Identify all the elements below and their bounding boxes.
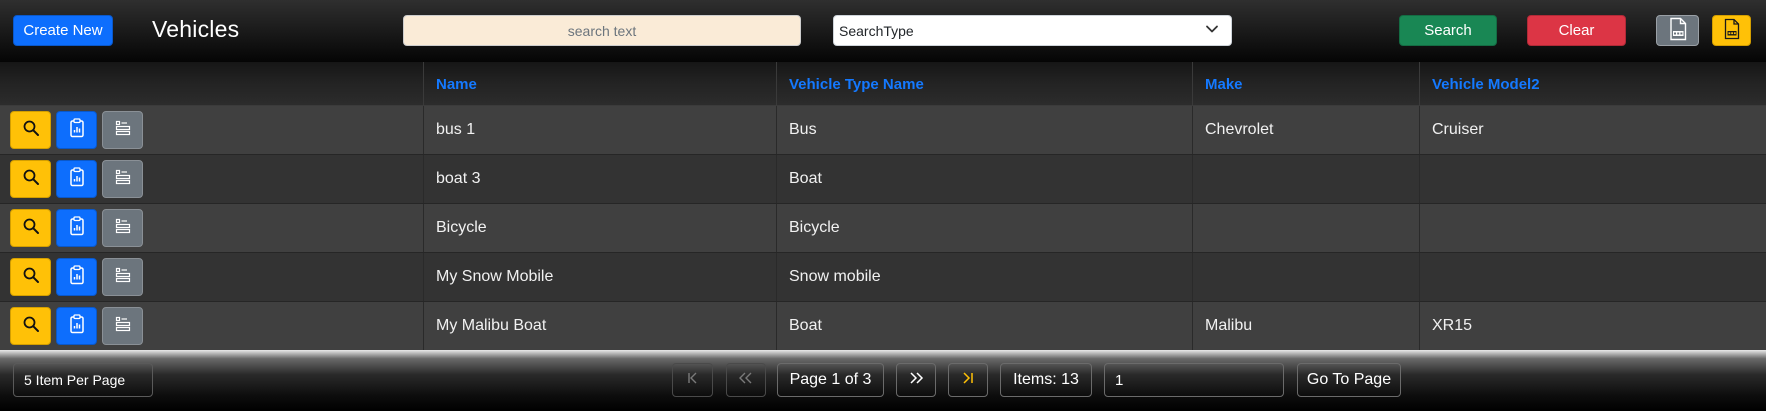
- search-button[interactable]: Search: [1399, 15, 1497, 46]
- clear-button[interactable]: Clear: [1527, 15, 1626, 46]
- csv-file-icon: [1668, 17, 1688, 45]
- pdf-file-icon: [1723, 18, 1741, 44]
- items-count: Items: 13: [1000, 363, 1092, 397]
- double-chevron-right-icon: [907, 371, 925, 390]
- cell-make: [1192, 155, 1419, 203]
- search-icon: [22, 168, 40, 191]
- cell-name: boat 3: [423, 155, 776, 203]
- view-button[interactable]: [10, 160, 51, 198]
- cell-make: [1192, 253, 1419, 301]
- search-input[interactable]: [403, 15, 801, 46]
- details-button[interactable]: [102, 160, 143, 198]
- view-button[interactable]: [10, 307, 51, 345]
- cell-vehicle-model2: Cruiser: [1419, 106, 1766, 154]
- details-button[interactable]: [102, 209, 143, 247]
- clipboard-icon: [69, 117, 85, 143]
- cell-name: My Snow Mobile: [423, 253, 776, 301]
- cell-vehicle-type-name: Boat: [776, 155, 1192, 203]
- search-icon: [22, 315, 40, 338]
- cell-name: bus 1: [423, 106, 776, 154]
- view-button[interactable]: [10, 111, 51, 149]
- previous-page-button[interactable]: [726, 363, 766, 397]
- details-list-icon: [114, 316, 132, 337]
- cell-name: My Malibu Boat: [423, 302, 776, 350]
- cell-vehicle-model2: [1419, 204, 1766, 252]
- toolbar: Create New Vehicles SearchType Search Cl…: [0, 0, 1766, 62]
- first-page-icon: [686, 371, 700, 390]
- edit-button[interactable]: [56, 307, 97, 345]
- column-header-name[interactable]: Name: [423, 62, 776, 106]
- details-list-icon: [114, 267, 132, 288]
- search-icon: [22, 217, 40, 240]
- page-title: Vehicles: [152, 16, 240, 42]
- clipboard-icon: [69, 313, 85, 339]
- app: Create New Vehicles SearchType Search Cl…: [0, 0, 1766, 411]
- edit-button[interactable]: [56, 111, 97, 149]
- create-new-button[interactable]: Create New: [13, 15, 113, 46]
- export-csv-button[interactable]: [1656, 15, 1699, 46]
- table-row: boat 3 Boat: [0, 155, 1766, 204]
- export-pdf-button[interactable]: [1712, 15, 1751, 46]
- last-page-icon: [961, 371, 975, 390]
- cell-make: Chevrolet: [1192, 106, 1419, 154]
- table-header: Name Vehicle Type Name Make Vehicle Mode…: [0, 62, 1766, 106]
- clipboard-icon: [69, 264, 85, 290]
- pagination-bar: 5 Item Per Page Page 1 of 3 Items: 13 1 …: [0, 350, 1766, 411]
- column-header-actions: [0, 62, 423, 106]
- cell-make: Malibu: [1192, 302, 1419, 350]
- cell-vehicle-type-name: Bicycle: [776, 204, 1192, 252]
- search-icon: [22, 119, 40, 142]
- table-row: My Malibu Boat Boat Malibu XR15: [0, 302, 1766, 351]
- cell-name: Bicycle: [423, 204, 776, 252]
- column-header-vehicle-model2[interactable]: Vehicle Model2: [1419, 62, 1766, 106]
- details-button[interactable]: [102, 111, 143, 149]
- details-button[interactable]: [102, 258, 143, 296]
- edit-button[interactable]: [56, 160, 97, 198]
- table-row: bus 1 Bus Chevrolet Cruiser: [0, 106, 1766, 155]
- table-row: My Snow Mobile Snow mobile: [0, 253, 1766, 302]
- items-per-page-select[interactable]: 5 Item Per Page: [13, 363, 153, 397]
- cell-vehicle-model2: XR15: [1419, 302, 1766, 350]
- goto-page-input[interactable]: 1: [1104, 363, 1284, 397]
- chevron-down-icon: [1205, 22, 1219, 39]
- search-icon: [22, 266, 40, 289]
- double-chevron-left-icon: [737, 371, 755, 390]
- last-page-button[interactable]: [948, 363, 988, 397]
- cell-vehicle-model2: [1419, 155, 1766, 203]
- goto-page-button[interactable]: Go To Page: [1297, 363, 1401, 397]
- clipboard-icon: [69, 215, 85, 241]
- cell-vehicle-type-name: Boat: [776, 302, 1192, 350]
- column-header-vehicle-type-name[interactable]: Vehicle Type Name: [776, 62, 1192, 106]
- search-type-select[interactable]: SearchType: [833, 15, 1232, 46]
- search-type-value: SearchType: [839, 22, 914, 39]
- cell-vehicle-type-name: Snow mobile: [776, 253, 1192, 301]
- view-button[interactable]: [10, 209, 51, 247]
- edit-button[interactable]: [56, 209, 97, 247]
- cell-make: [1192, 204, 1419, 252]
- details-list-icon: [114, 218, 132, 239]
- clipboard-icon: [69, 166, 85, 192]
- page-indicator: Page 1 of 3: [777, 363, 884, 397]
- view-button[interactable]: [10, 258, 51, 296]
- cell-vehicle-model2: [1419, 253, 1766, 301]
- column-header-make[interactable]: Make: [1192, 62, 1419, 106]
- cell-vehicle-type-name: Bus: [776, 106, 1192, 154]
- first-page-button[interactable]: [672, 363, 713, 397]
- details-button[interactable]: [102, 307, 143, 345]
- next-page-button[interactable]: [896, 363, 936, 397]
- details-list-icon: [114, 169, 132, 190]
- table-row: Bicycle Bicycle: [0, 204, 1766, 253]
- edit-button[interactable]: [56, 258, 97, 296]
- details-list-icon: [114, 120, 132, 141]
